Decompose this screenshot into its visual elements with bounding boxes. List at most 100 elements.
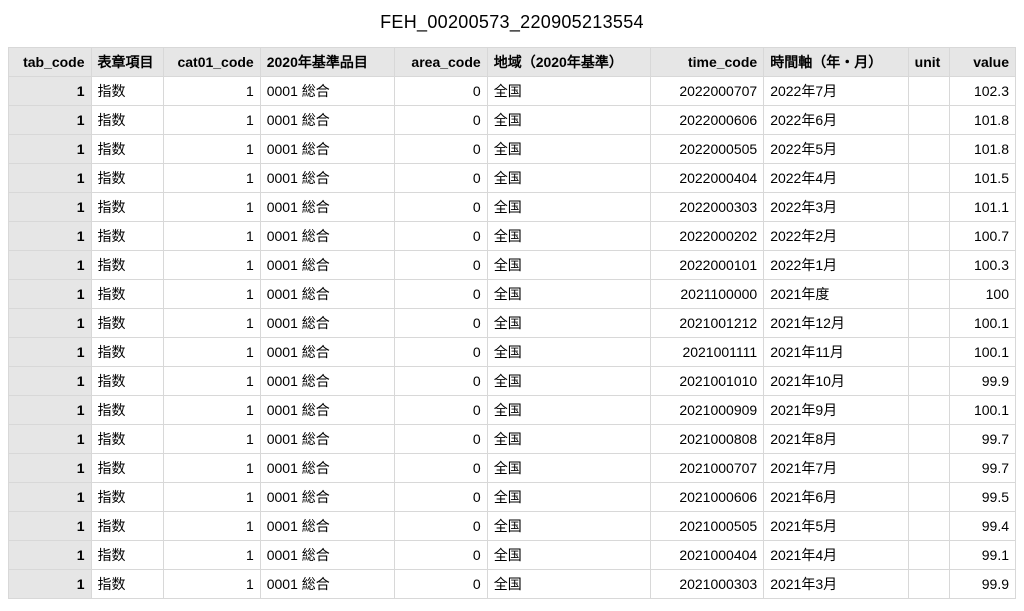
- cell-tab-code: 1: [9, 483, 92, 512]
- page-title: FEH_00200573_220905213554: [8, 12, 1016, 33]
- cell-hyosho: 指数: [91, 164, 163, 193]
- cell-area: 0: [394, 309, 487, 338]
- cell-chiiki: 全国: [487, 454, 650, 483]
- cell-area: 0: [394, 396, 487, 425]
- cell-chiiki: 全国: [487, 135, 650, 164]
- cell-item: 0001 総合: [260, 483, 394, 512]
- cell-time: 2022000101: [650, 251, 763, 280]
- cell-time: 2021001010: [650, 367, 763, 396]
- cell-item: 0001 総合: [260, 541, 394, 570]
- cell-value: 100.3: [949, 251, 1015, 280]
- cell-time: 2021000404: [650, 541, 763, 570]
- cell-chiiki: 全国: [487, 280, 650, 309]
- cell-unit: [908, 309, 949, 338]
- header-row: tab_code 表章項目 cat01_code 2020年基準品目 area_…: [9, 48, 1016, 77]
- cell-area: 0: [394, 425, 487, 454]
- cell-item: 0001 総合: [260, 164, 394, 193]
- cell-time: 2021001111: [650, 338, 763, 367]
- cell-time: 2021000707: [650, 454, 763, 483]
- cell-tab-code: 1: [9, 570, 92, 599]
- cell-time: 2022000505: [650, 135, 763, 164]
- cell-unit: [908, 222, 949, 251]
- cell-area: 0: [394, 454, 487, 483]
- cell-chiiki: 全国: [487, 483, 650, 512]
- cell-item: 0001 総合: [260, 106, 394, 135]
- cell-item: 0001 総合: [260, 222, 394, 251]
- cell-chiiki: 全国: [487, 367, 650, 396]
- cell-chiiki: 全国: [487, 338, 650, 367]
- cell-time: 2021000303: [650, 570, 763, 599]
- table-row: 1指数10001 総合0全国20210006062021年6月99.5: [9, 483, 1016, 512]
- cell-hyosho: 指数: [91, 367, 163, 396]
- cell-hyosho: 指数: [91, 512, 163, 541]
- cell-cat01: 1: [163, 280, 260, 309]
- cell-item: 0001 総合: [260, 309, 394, 338]
- col-item: 2020年基準品目: [260, 48, 394, 77]
- cell-item: 0001 総合: [260, 512, 394, 541]
- cell-jikan: 2021年8月: [764, 425, 908, 454]
- cell-tab-code: 1: [9, 251, 92, 280]
- cell-unit: [908, 367, 949, 396]
- cell-chiiki: 全国: [487, 193, 650, 222]
- cell-cat01: 1: [163, 164, 260, 193]
- cell-unit: [908, 193, 949, 222]
- cell-value: 101.1: [949, 193, 1015, 222]
- cell-chiiki: 全国: [487, 222, 650, 251]
- cell-cat01: 1: [163, 570, 260, 599]
- cell-unit: [908, 164, 949, 193]
- cell-cat01: 1: [163, 367, 260, 396]
- cell-jikan: 2021年3月: [764, 570, 908, 599]
- cell-hyosho: 指数: [91, 338, 163, 367]
- cell-unit: [908, 280, 949, 309]
- cell-tab-code: 1: [9, 280, 92, 309]
- cell-tab-code: 1: [9, 164, 92, 193]
- cell-unit: [908, 570, 949, 599]
- table-row: 1指数10001 総合0全国20220004042022年4月101.5: [9, 164, 1016, 193]
- table-row: 1指数10001 総合0全国20210003032021年3月99.9: [9, 570, 1016, 599]
- cell-hyosho: 指数: [91, 309, 163, 338]
- cell-cat01: 1: [163, 338, 260, 367]
- cell-area: 0: [394, 193, 487, 222]
- table-row: 1指数10001 総合0全国20220002022022年2月100.7: [9, 222, 1016, 251]
- cell-tab-code: 1: [9, 222, 92, 251]
- table-row: 1指数10001 総合0全国20220001012022年1月100.3: [9, 251, 1016, 280]
- cell-unit: [908, 541, 949, 570]
- cell-cat01: 1: [163, 193, 260, 222]
- cell-time: 2022000606: [650, 106, 763, 135]
- cell-hyosho: 指数: [91, 570, 163, 599]
- table-row: 1指数10001 総合0全国20210004042021年4月99.1: [9, 541, 1016, 570]
- cell-area: 0: [394, 570, 487, 599]
- cell-hyosho: 指数: [91, 454, 163, 483]
- col-cat01-code: cat01_code: [163, 48, 260, 77]
- cell-jikan: 2021年9月: [764, 396, 908, 425]
- cell-hyosho: 指数: [91, 396, 163, 425]
- cell-value: 99.7: [949, 454, 1015, 483]
- cell-time: 2021000606: [650, 483, 763, 512]
- cell-area: 0: [394, 512, 487, 541]
- cell-chiiki: 全国: [487, 164, 650, 193]
- cell-area: 0: [394, 280, 487, 309]
- cell-jikan: 2021年5月: [764, 512, 908, 541]
- cell-chiiki: 全国: [487, 77, 650, 106]
- cell-unit: [908, 454, 949, 483]
- cell-unit: [908, 396, 949, 425]
- cell-tab-code: 1: [9, 106, 92, 135]
- table-row: 1指数10001 総合0全国20210011112021年11月100.1: [9, 338, 1016, 367]
- cell-unit: [908, 512, 949, 541]
- cell-jikan: 2021年12月: [764, 309, 908, 338]
- cell-time: 2022000707: [650, 77, 763, 106]
- cell-jikan: 2022年5月: [764, 135, 908, 164]
- cell-tab-code: 1: [9, 541, 92, 570]
- cell-cat01: 1: [163, 454, 260, 483]
- cell-hyosho: 指数: [91, 135, 163, 164]
- cell-hyosho: 指数: [91, 251, 163, 280]
- cell-tab-code: 1: [9, 454, 92, 483]
- cell-area: 0: [394, 164, 487, 193]
- table-row: 1指数10001 総合0全国20210007072021年7月99.7: [9, 454, 1016, 483]
- cell-cat01: 1: [163, 541, 260, 570]
- cell-item: 0001 総合: [260, 396, 394, 425]
- cell-area: 0: [394, 251, 487, 280]
- cell-hyosho: 指数: [91, 222, 163, 251]
- cell-jikan: 2022年7月: [764, 77, 908, 106]
- cell-area: 0: [394, 483, 487, 512]
